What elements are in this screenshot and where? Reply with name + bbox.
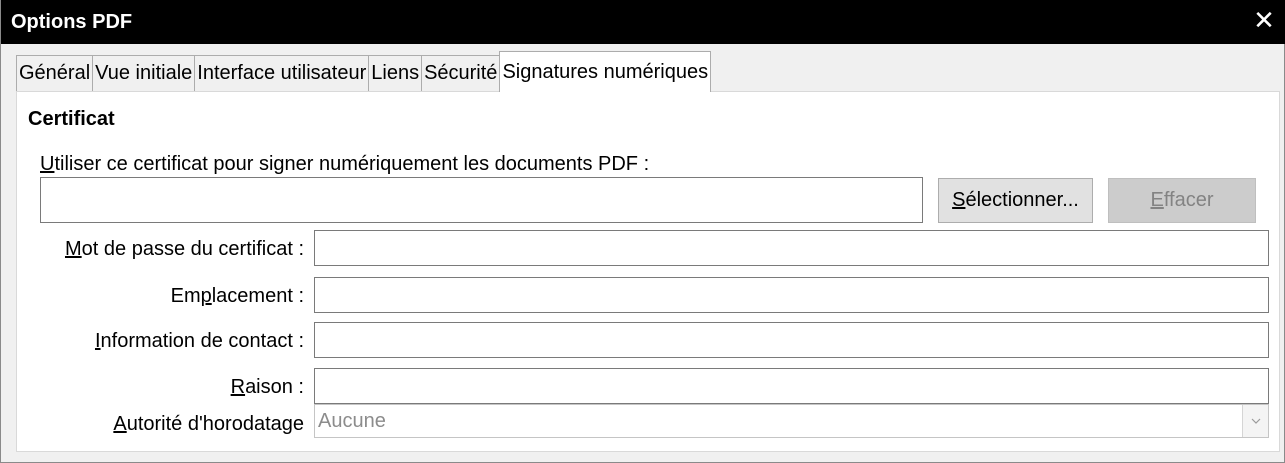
- select-certificate-button[interactable]: Sélectionner...: [938, 178, 1093, 223]
- timestamp-authority-dropdown[interactable]: Aucune: [314, 404, 1269, 438]
- tsa-label-text: utorité d'horodatage: [126, 413, 304, 435]
- certificate-section-title: Certificat: [28, 108, 115, 130]
- dropdown-arrow-button[interactable]: [1242, 405, 1268, 437]
- reason-label-mnemonic: R: [230, 376, 246, 398]
- select-button-mnemonic: S: [952, 189, 966, 211]
- digital-signatures-panel: Certificat Utiliser ce certificat pour s…: [16, 91, 1280, 452]
- close-button[interactable]: ✕: [1242, 0, 1285, 44]
- dialog-title: Options PDF: [11, 11, 133, 33]
- contact-info-field[interactable]: [314, 322, 1269, 358]
- timestamp-authority-value: Aucune: [318, 410, 386, 432]
- close-icon: ✕: [1253, 5, 1275, 35]
- certificate-password-field[interactable]: [314, 230, 1269, 266]
- location-label-mnemonic: p: [200, 285, 212, 307]
- tab-links[interactable]: Liens: [368, 55, 423, 91]
- use-certificate-label-text: tiliser ce certificat pour signer numéri…: [54, 153, 650, 175]
- location-label: Emplacement :: [17, 284, 304, 308]
- clear-certificate-button[interactable]: Effacer: [1108, 178, 1256, 223]
- password-label-mnemonic: M: [64, 238, 82, 260]
- use-certificate-label-mnemonic: U: [40, 153, 55, 175]
- title-bar: Options PDF ✕: [1, 0, 1285, 44]
- chevron-down-icon: [1251, 418, 1261, 424]
- tab-general[interactable]: Général: [16, 55, 94, 91]
- tab-initial-view[interactable]: Vue initiale: [92, 55, 196, 91]
- tab-user-interface[interactable]: Interface utilisateur: [194, 55, 370, 91]
- location-label-prefix: Em: [170, 285, 201, 307]
- pdf-options-dialog: Options PDF ✕ Général Vue initiale Inter…: [0, 0, 1285, 463]
- location-label-text: lacement :: [211, 285, 304, 307]
- password-label-text: ot de passe du certificat :: [81, 238, 304, 260]
- reason-label-text: aison :: [245, 376, 304, 398]
- clear-button-label: ffacer: [1163, 189, 1214, 211]
- tsa-label: Autorité d'horodatage: [17, 412, 304, 436]
- contact-label-text: nformation de contact :: [100, 330, 304, 352]
- tab-security[interactable]: Sécurité: [421, 55, 501, 91]
- reason-label: Raison :: [17, 375, 304, 399]
- password-label: Mot de passe du certificat :: [17, 237, 304, 261]
- use-certificate-label: Utiliser ce certificat pour signer numér…: [40, 152, 649, 176]
- reason-field[interactable]: [314, 368, 1269, 404]
- location-field[interactable]: [314, 277, 1269, 313]
- tsa-label-mnemonic: A: [113, 413, 127, 435]
- tab-digital-signatures[interactable]: Signatures numériques: [499, 51, 712, 92]
- certificate-field[interactable]: [40, 177, 923, 223]
- select-button-label: électionner...: [965, 189, 1079, 211]
- contact-info-label: Information de contact :: [17, 329, 304, 353]
- tab-bar: Général Vue initiale Interface utilisate…: [16, 51, 712, 92]
- clear-button-mnemonic: E: [1150, 189, 1164, 211]
